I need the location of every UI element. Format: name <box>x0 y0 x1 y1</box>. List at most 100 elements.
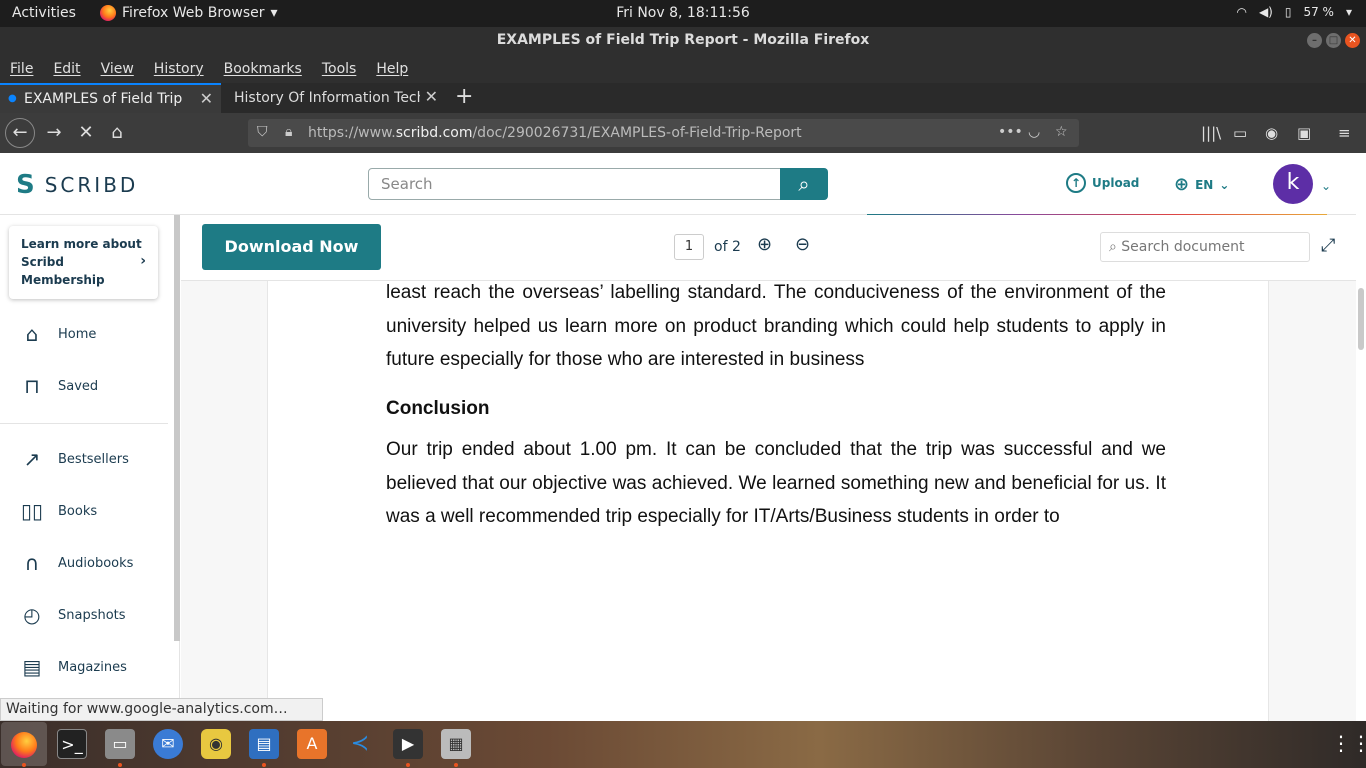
activities-button[interactable]: Activities <box>12 5 76 21</box>
document-viewer[interactable]: least reach the overseas’ labelling stan… <box>181 281 1356 721</box>
hamburger-menu-icon[interactable]: ≡ <box>1338 124 1351 142</box>
search-button[interactable]: ⌕ <box>780 168 828 200</box>
sidebar-item-bestsellers[interactable]: ↗ Bestsellers <box>20 447 129 471</box>
sidebar-item-audiobooks[interactable]: ∩ Audiobooks <box>20 551 134 575</box>
sidebar-item-magazines[interactable]: ▤ Magazines <box>20 655 127 679</box>
scribd-logo-text: SCRIBD <box>44 173 139 197</box>
sidebar-item-home[interactable]: ⌂ Home <box>20 322 97 346</box>
menu-bookmarks[interactable]: Bookmarks <box>224 61 302 77</box>
system-tray[interactable]: ◠ ◀) ▯ 57 % ▾ <box>1236 5 1352 19</box>
caret-down-icon: ▾ <box>1345 5 1352 19</box>
sidebar-item-books[interactable]: ▯▯ Books <box>20 499 97 523</box>
back-icon[interactable]: ← <box>5 118 35 148</box>
running-indicator <box>406 763 410 767</box>
account-icon[interactable]: ◉ <box>1265 124 1278 142</box>
zoom-in-icon[interactable]: ⊕ <box>757 234 772 255</box>
url-bar[interactable]: ⛉ 🔒︎ https://www.scribd.com/doc/29002673… <box>248 119 1079 147</box>
page-number-input[interactable]: 1 <box>674 234 704 260</box>
dock-writer-icon[interactable]: ▤ <box>249 729 279 759</box>
dock-software-icon[interactable]: A <box>297 729 327 759</box>
avatar[interactable]: k <box>1273 164 1313 204</box>
globe-icon: ⊕ <box>1174 174 1190 195</box>
extension-icon[interactable]: ▣ <box>1297 124 1311 142</box>
web-page: S SCRIBD Search ⌕ ↑ Upload ⊕ EN ⌄ k ⌄ Le… <box>0 153 1366 721</box>
page-scrollbar[interactable] <box>1358 288 1364 350</box>
sidebar-item-label: Home <box>58 326 97 342</box>
window-title: EXAMPLES of Field Trip Report - Mozilla … <box>496 32 870 48</box>
sidebar-icon[interactable]: ▭ <box>1233 124 1247 142</box>
sidebar-item-saved[interactable]: ⊓ Saved <box>20 374 98 398</box>
chevron-down-icon[interactable]: ⌄ <box>1321 179 1331 193</box>
wifi-icon: ◠ <box>1236 5 1247 19</box>
upload-button[interactable]: ↑ Upload <box>1066 173 1139 193</box>
membership-card-text: Learn more about Scribd Membership <box>21 237 142 287</box>
close-window-button[interactable]: ✕ <box>1345 33 1360 48</box>
shield-icon[interactable]: ⛉ <box>257 124 268 140</box>
dock-image-viewer-icon[interactable]: ▦ <box>441 729 471 759</box>
dock-rhythmbox-icon[interactable]: ◉ <box>201 729 231 759</box>
search-input[interactable]: Search <box>368 168 781 200</box>
menu-tools[interactable]: Tools <box>322 61 357 77</box>
window-title-bar: EXAMPLES of Field Trip Report - Mozilla … <box>0 27 1366 55</box>
tab-field-trip-report[interactable]: ● EXAMPLES of Field Trip Report ✕ <box>0 83 221 113</box>
download-now-button[interactable]: Download Now <box>202 224 381 270</box>
trending-icon: ↗ <box>23 447 41 471</box>
sidebar-item-snapshots[interactable]: ◴ Snapshots <box>20 603 126 627</box>
maximize-button[interactable]: □ <box>1326 33 1341 48</box>
scribd-logo[interactable]: S SCRIBD <box>16 170 138 200</box>
menu-file[interactable]: File <box>10 61 33 77</box>
close-tab-icon[interactable]: ✕ <box>425 87 438 106</box>
sidebar-item-label: Snapshots <box>58 607 126 623</box>
zoom-out-icon[interactable]: ⊖ <box>795 234 810 255</box>
dock-vscode-icon[interactable]: ≺ <box>345 729 375 759</box>
app-menu-label: Firefox Web Browser <box>122 5 265 21</box>
pocket-icon[interactable]: ◡ <box>1028 124 1040 140</box>
bookmark-star-icon[interactable]: ☆ <box>1055 124 1068 140</box>
sidebar-item-label: Bestsellers <box>58 451 129 467</box>
app-menu[interactable]: Firefox Web Browser ▾ <box>100 5 278 21</box>
fullscreen-icon[interactable]: ⤢ <box>1321 235 1335 256</box>
status-bar: Waiting for www.google-analytics.com… <box>0 698 323 721</box>
system-top-bar: Activities Firefox Web Browser ▾ Fri Nov… <box>0 0 1366 27</box>
library-icon[interactable]: |||\ <box>1201 124 1221 142</box>
upload-label: Upload <box>1092 176 1140 190</box>
running-indicator <box>118 763 122 767</box>
tab-history-of-it[interactable]: History Of Information Technology ✕ <box>222 83 446 113</box>
dock-terminal-icon[interactable]: >_ <box>57 729 87 759</box>
dock-video-editor-icon[interactable]: ▶ <box>393 729 423 759</box>
upload-icon: ↑ <box>1066 173 1086 193</box>
menu-history[interactable]: History <box>154 61 204 77</box>
chevron-right-icon: › <box>140 253 146 269</box>
minimize-button[interactable]: – <box>1307 33 1322 48</box>
tab-label: History Of Information Technology <box>234 90 420 106</box>
sidebar-item-label: Books <box>58 503 98 519</box>
sidebar-scrollbar[interactable] <box>174 215 180 641</box>
dock-firefox[interactable] <box>1 722 47 766</box>
document-page: least reach the overseas’ labelling stan… <box>267 281 1269 721</box>
dock-files-icon[interactable]: ▭ <box>105 729 135 759</box>
home-icon[interactable]: ⌂ <box>103 119 131 147</box>
menu-edit[interactable]: Edit <box>53 61 80 77</box>
book-icon: ▯▯ <box>20 499 43 523</box>
forward-icon[interactable]: → <box>40 119 68 147</box>
language-selector[interactable]: ⊕ EN ⌄ <box>1174 174 1229 195</box>
sidebar-item-label: Magazines <box>58 659 127 675</box>
sidebar-item-label: Audiobooks <box>58 555 134 571</box>
menu-view[interactable]: View <box>101 61 134 77</box>
battery-icon: ▯ <box>1284 5 1292 19</box>
dock-thunderbird-icon[interactable]: ✉ <box>153 729 183 759</box>
new-tab-icon[interactable]: + <box>455 84 473 109</box>
membership-card[interactable]: Learn more about Scribd Membership › <box>9 226 158 299</box>
page-actions-icon[interactable]: ••• <box>998 124 1023 140</box>
url-text: https://www.scribd.com/doc/290026731/EXA… <box>308 125 802 141</box>
lock-icon[interactable]: 🔒︎ <box>285 124 292 140</box>
bookmark-icon: ⊓ <box>24 374 40 398</box>
language-label: EN <box>1195 177 1214 192</box>
scribd-logo-icon: S <box>16 170 35 200</box>
chevron-down-icon: ⌄ <box>1219 177 1230 192</box>
stop-loading-icon[interactable]: ✕ <box>72 119 100 147</box>
close-tab-icon[interactable]: ✕ <box>200 89 213 108</box>
document-search-input[interactable]: ⌕ Search document <box>1100 232 1310 262</box>
show-applications-icon[interactable]: ⋮⋮⋮ <box>1331 731 1366 755</box>
menu-help[interactable]: Help <box>376 61 408 77</box>
